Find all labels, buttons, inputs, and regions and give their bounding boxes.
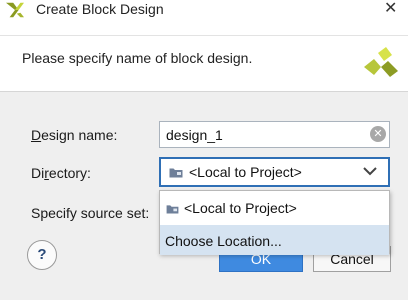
directory-label: Directory: — [31, 165, 91, 181]
source-set-label: Specify source set: — [31, 205, 150, 221]
directory-selected-value: <Local to Project> — [189, 164, 302, 180]
dropdown-option-label: Choose Location... — [165, 233, 282, 249]
clear-icon[interactable]: ✕ — [370, 126, 386, 142]
page-prompt: Please specify name of block design. — [22, 50, 253, 66]
design-name-input[interactable] — [159, 121, 390, 148]
help-icon: ? — [37, 246, 47, 263]
folder-icon — [166, 205, 179, 214]
dropdown-option-choose-location[interactable]: Choose Location... — [160, 225, 389, 255]
title-bar: Create Block Design ✕ — [0, 0, 408, 22]
help-button[interactable]: ? — [27, 240, 57, 270]
close-icon[interactable]: ✕ — [384, 1, 397, 17]
dropdown-option-label: <Local to Project> — [184, 200, 297, 216]
design-name-label: Design name: — [31, 127, 118, 143]
vivado-logo-icon — [6, 2, 24, 18]
dropdown-option-local-to-project[interactable]: <Local to Project> — [160, 193, 389, 223]
directory-dropdown[interactable]: <Local to Project> — [159, 157, 390, 187]
folder-icon — [169, 168, 183, 178]
directory-dropdown-list: <Local to Project> Choose Location... — [159, 190, 390, 255]
chevron-down-icon[interactable] — [363, 167, 377, 176]
window-title: Create Block Design — [36, 1, 164, 17]
vivado-logo-icon — [364, 47, 398, 77]
